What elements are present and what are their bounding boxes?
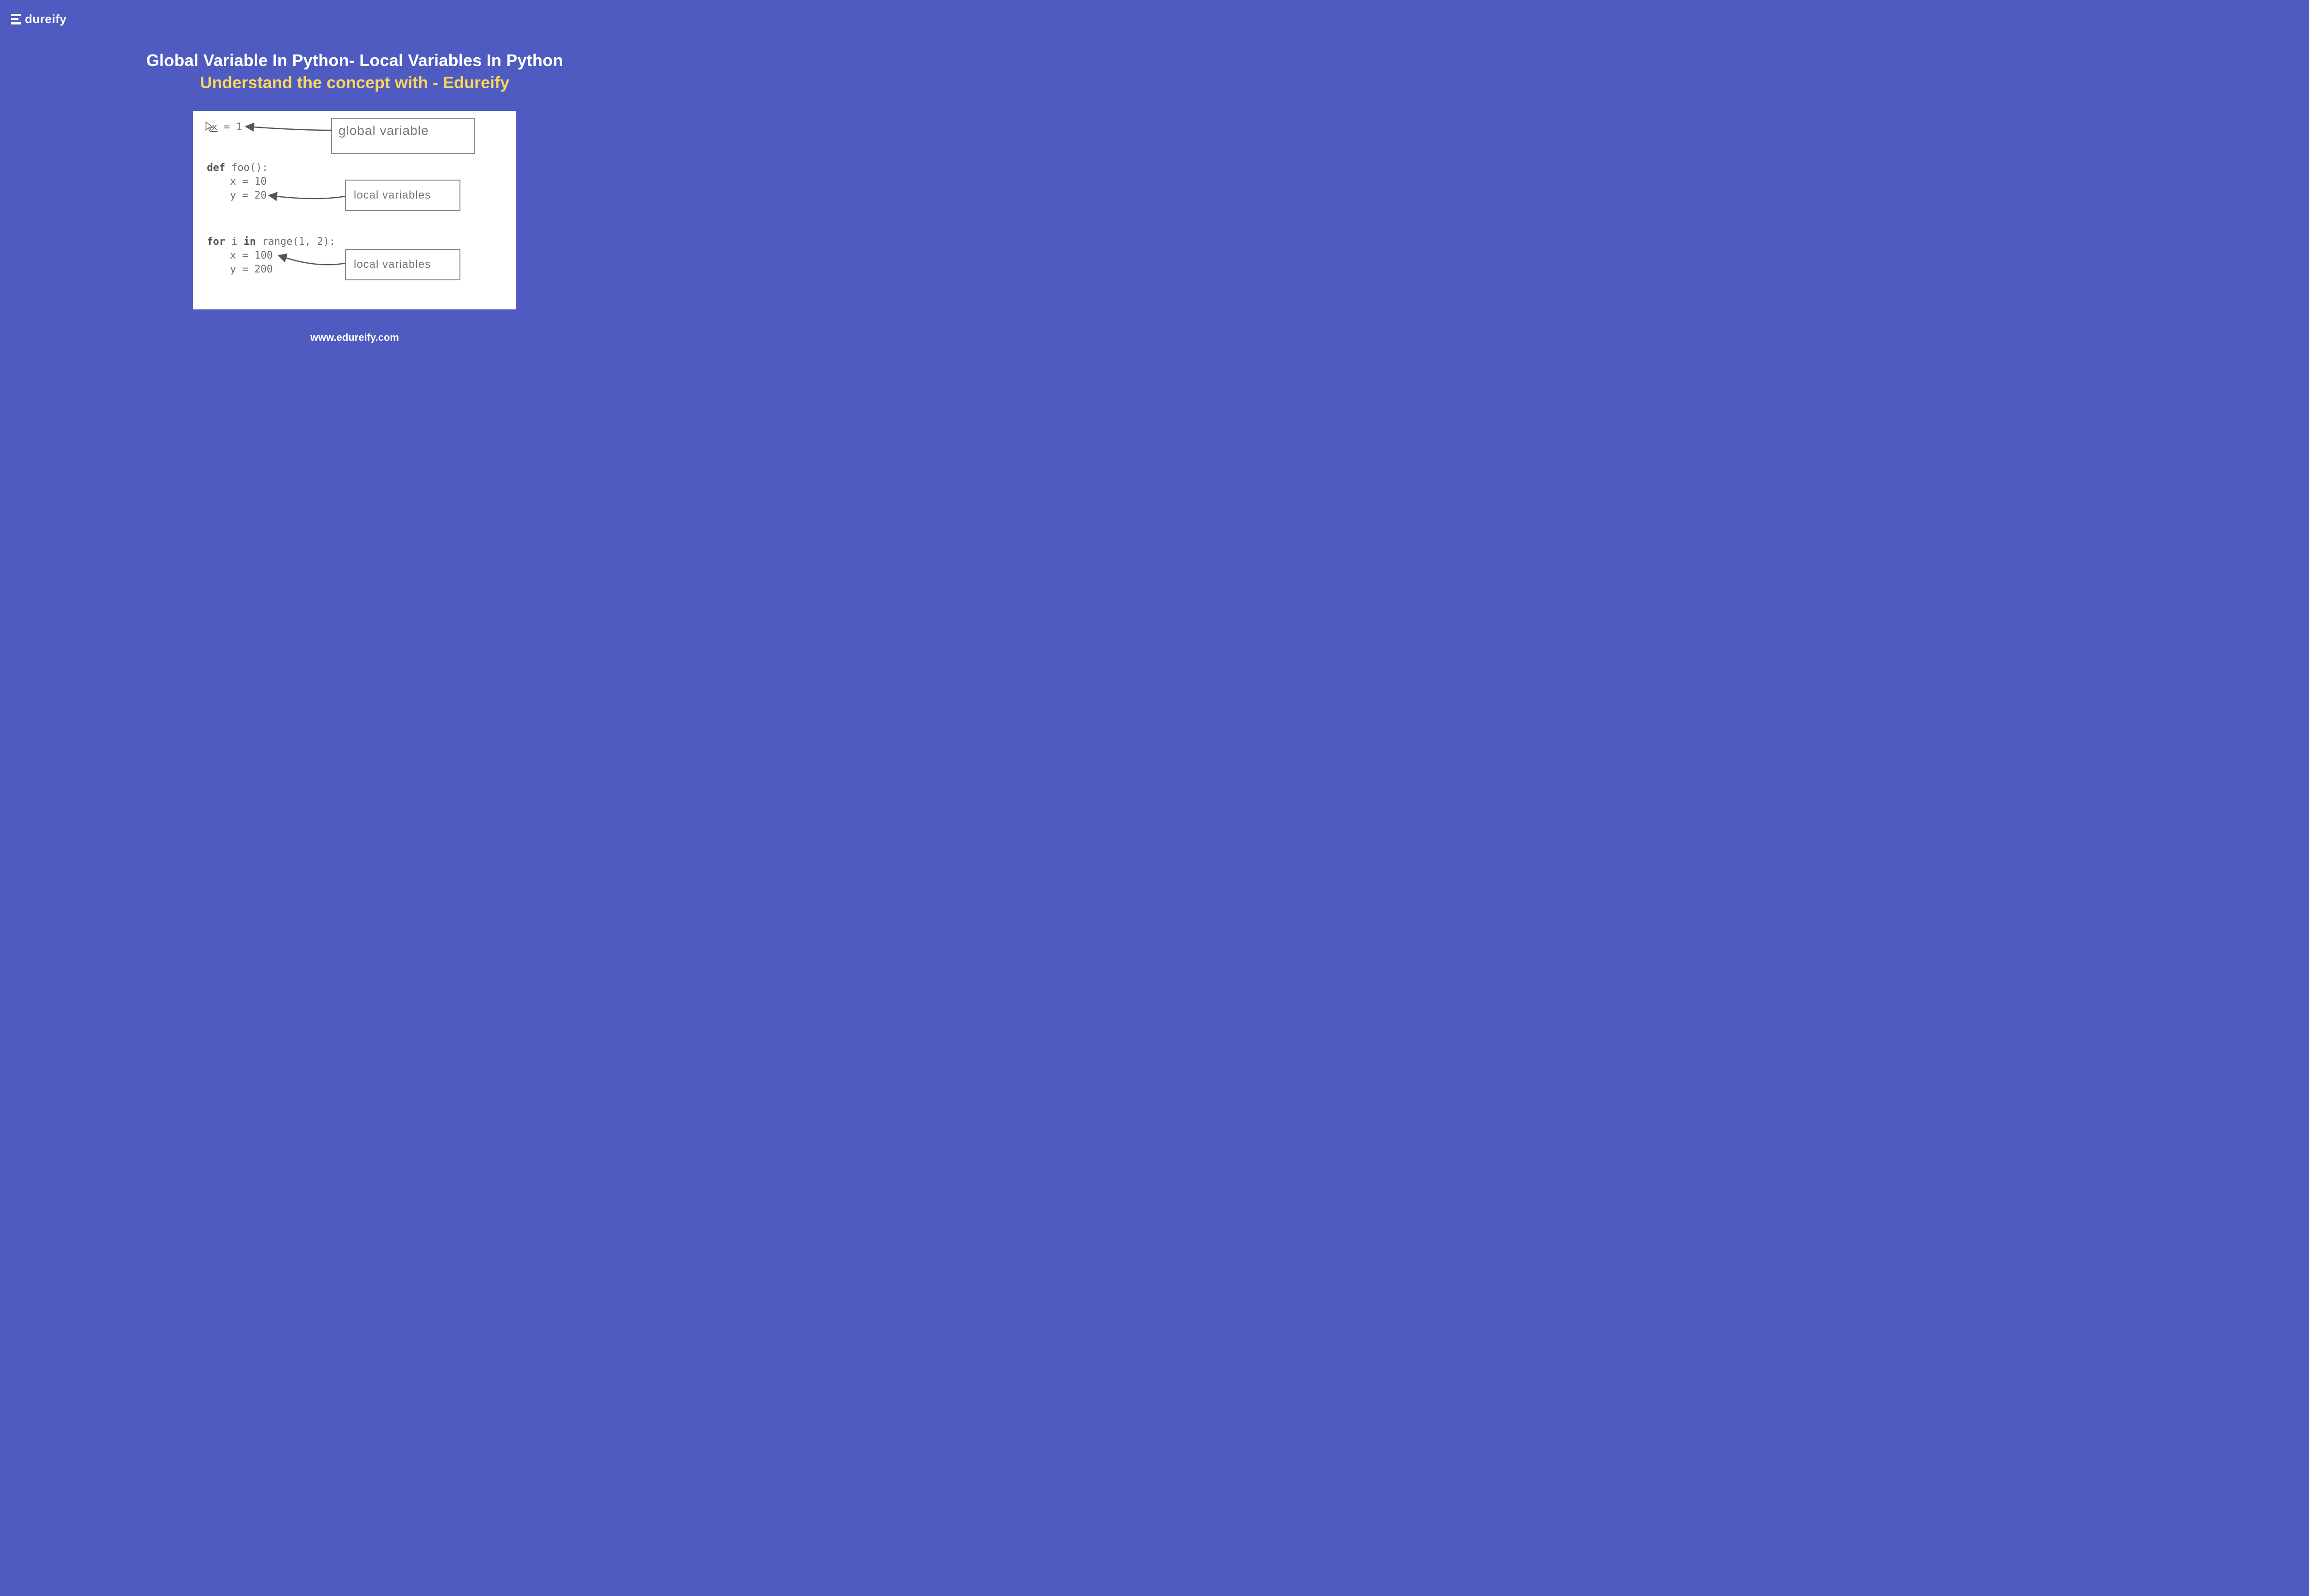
title-block: Global Variable In Python- Local Variabl… — [0, 51, 709, 92]
arrow-global-icon — [253, 127, 332, 130]
title-line1: Global Variable In Python- Local Variabl… — [0, 51, 709, 70]
code-line-3: x = 10 — [230, 176, 266, 187]
code-line-1: x = 1 — [212, 121, 242, 133]
footer-url: www.edureify.com — [0, 332, 709, 344]
label-local-1: local variables — [354, 189, 431, 201]
title-line2: Understand the concept with - Edureify — [0, 73, 709, 92]
label-global: global variable — [338, 123, 429, 138]
code-line-4: y = 20 — [230, 190, 266, 201]
code-diagram-panel: x = 1 def foo(): x = 10 y = 20 for i in … — [193, 111, 516, 309]
brand-name: dureify — [25, 12, 66, 26]
menu-bars-icon — [11, 14, 21, 24]
arrow-local1-icon — [276, 196, 345, 199]
code-line-7: y = 200 — [230, 264, 273, 275]
label-local-2: local variables — [354, 258, 431, 271]
brand-logo: dureify — [11, 12, 66, 26]
code-line-6: x = 100 — [230, 250, 273, 261]
code-line-2: def foo(): — [207, 162, 268, 174]
code-line-5: for i in range(1, 2): — [207, 236, 335, 248]
arrow-local2-icon — [285, 258, 345, 265]
